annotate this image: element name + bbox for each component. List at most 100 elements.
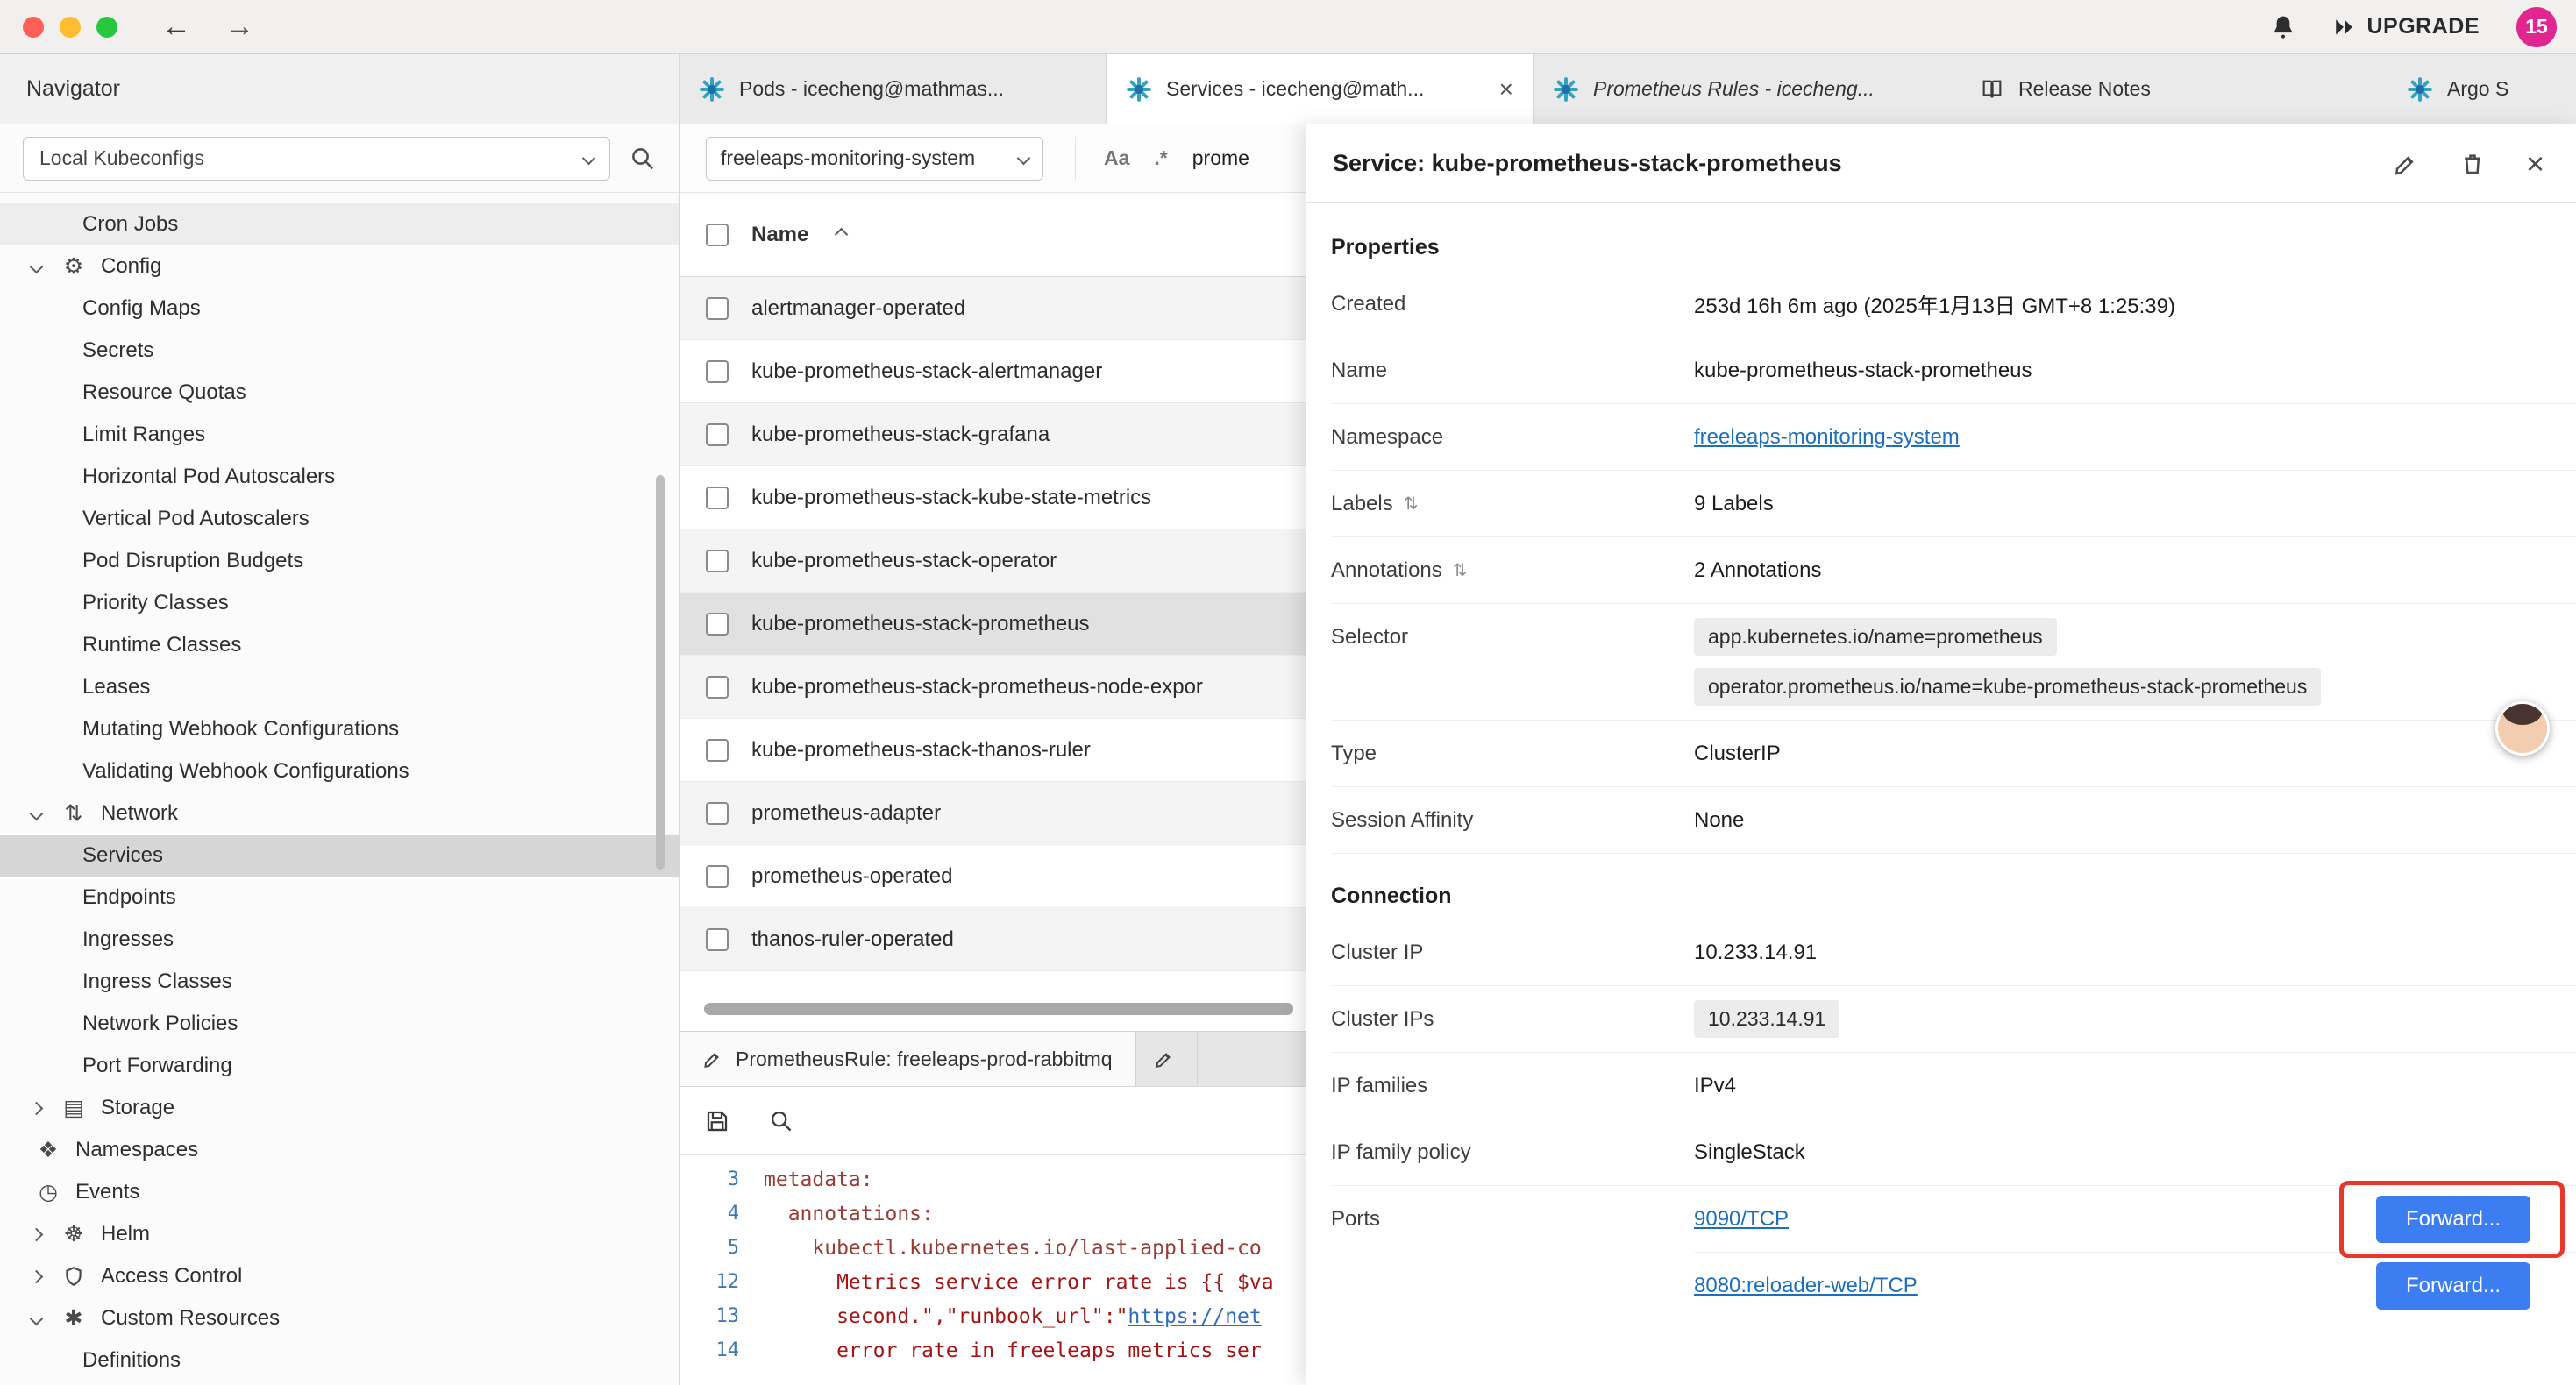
sidebar-item-storage[interactable]: ▤Storage — [0, 1087, 679, 1129]
sidebar-item-helm[interactable]: ☸Helm — [0, 1213, 679, 1255]
tab-argo[interactable]: Argo S — [2387, 54, 2576, 124]
sidebar-item-horizontal-pod-autoscalers[interactable]: Horizontal Pod Autoscalers — [0, 456, 679, 498]
trash-icon[interactable] — [2459, 151, 2486, 177]
row-checkbox[interactable] — [706, 802, 729, 825]
code-text: second.","runbook_url":" — [764, 1305, 1128, 1328]
sidebar-item-endpoints[interactable]: Endpoints — [0, 877, 679, 919]
chevron-right-icon — [30, 1269, 44, 1283]
row-checkbox[interactable] — [706, 928, 729, 951]
notification-badge[interactable]: 15 — [2516, 7, 2557, 47]
sidebar-item-secrets[interactable]: Secrets — [0, 330, 679, 372]
sidebar-item-network[interactable]: ⇅Network — [0, 792, 679, 835]
sidebar-item-limit-ranges[interactable]: Limit Ranges — [0, 414, 679, 456]
line-number: 13 — [680, 1305, 739, 1327]
namespace-filter-select[interactable]: freeleaps-monitoring-system — [706, 137, 1043, 181]
tab-release-notes[interactable]: Release Notes — [1960, 54, 2387, 124]
close-window-button[interactable] — [23, 17, 44, 38]
horizontal-scrollbar[interactable] — [704, 1003, 1293, 1015]
row-checkbox[interactable] — [706, 865, 729, 888]
tab-pods[interactable]: Pods - icecheng@mathmas... — [680, 54, 1107, 124]
line-number: 14 — [680, 1339, 739, 1361]
regex-icon[interactable]: .* — [1154, 146, 1167, 170]
code-text: kubectl.kubernetes.io/last-applied-co — [764, 1237, 1262, 1260]
sidebar-item-services[interactable]: Services — [0, 835, 679, 877]
port-link[interactable]: 9090/TCP — [1694, 1207, 1789, 1232]
detail-title: Service: kube-prometheus-stack-prometheu… — [1333, 150, 1842, 177]
sidebar-item-port-forwarding[interactable]: Port Forwarding — [0, 1045, 679, 1087]
sidebar-item-label: Services — [82, 843, 163, 868]
navigator-sidebar: Local Kubeconfigs Cron Jobs ⚙Config Conf… — [0, 124, 680, 1385]
sidebar-item-access-control[interactable]: Access Control — [0, 1255, 679, 1297]
sidebar-item-runtime-classes[interactable]: Runtime Classes — [0, 624, 679, 666]
forward-icon[interactable]: → — [224, 10, 254, 44]
expander-icon[interactable]: ⇅ — [1453, 559, 1468, 581]
forward-button[interactable]: Forward... — [2376, 1196, 2530, 1243]
sidebar-item-definitions[interactable]: Definitions — [0, 1339, 679, 1381]
sidebar-item-resource-quotas[interactable]: Resource Quotas — [0, 372, 679, 414]
sidebar-item-leases[interactable]: Leases — [0, 666, 679, 708]
sidebar-item-priority-classes[interactable]: Priority Classes — [0, 582, 679, 624]
close-icon[interactable]: × — [1499, 75, 1513, 103]
property-value[interactable]: 9 Labels — [1694, 492, 1774, 516]
sidebar-item-network-policies[interactable]: Network Policies — [0, 1003, 679, 1045]
sidebar-item-events[interactable]: ◷Events — [0, 1171, 679, 1213]
namespace-link[interactable]: freeleaps-monitoring-system — [1694, 425, 1960, 450]
namespace-filter-value: freeleaps-monitoring-system — [721, 146, 975, 170]
sidebar-item-ingress-classes[interactable]: Ingress Classes — [0, 961, 679, 1003]
code-link: https://net — [1128, 1305, 1261, 1328]
match-case-icon[interactable]: Aa — [1104, 146, 1129, 170]
search-icon[interactable] — [769, 1109, 793, 1133]
row-checkbox[interactable] — [706, 487, 729, 509]
row-checkbox[interactable] — [706, 423, 729, 446]
tab-services[interactable]: Services - icecheng@math... × — [1107, 54, 1534, 124]
close-icon[interactable]: × — [2526, 148, 2544, 180]
sidebar-item-config-maps[interactable]: Config Maps — [0, 288, 679, 330]
edit-icon[interactable] — [2393, 151, 2419, 177]
row-checkbox[interactable] — [706, 613, 729, 636]
dock-tab-partial[interactable] — [1136, 1032, 1198, 1086]
sidebar-item-cron-jobs[interactable]: Cron Jobs — [0, 203, 679, 245]
row-checkbox[interactable] — [706, 297, 729, 320]
expander-icon[interactable]: ⇅ — [1404, 493, 1419, 515]
sidebar-item-validating-webhook-configurations[interactable]: Validating Webhook Configurations — [0, 750, 679, 792]
sort-ascending-icon[interactable] — [835, 228, 849, 242]
kubeconfig-select[interactable]: Local Kubeconfigs — [23, 137, 610, 181]
save-icon[interactable] — [704, 1108, 730, 1134]
row-checkbox[interactable] — [706, 550, 729, 572]
property-value[interactable]: 2 Annotations — [1694, 558, 1821, 583]
sidebar-item-label: Access Control — [101, 1264, 242, 1289]
back-icon[interactable]: ← — [161, 10, 191, 44]
select-all-checkbox[interactable] — [706, 224, 729, 246]
cluster-icon — [1553, 76, 1579, 103]
tab-prometheus-rules[interactable]: Prometheus Rules - icecheng... — [1534, 54, 1960, 124]
kubeconfig-bar: Local Kubeconfigs — [0, 124, 679, 193]
sidebar-item-pod-disruption-budgets[interactable]: Pod Disruption Budgets — [0, 540, 679, 582]
row-checkbox[interactable] — [706, 739, 729, 762]
search-query[interactable]: prome — [1192, 146, 1249, 170]
upgrade-button[interactable]: UPGRADE — [2333, 14, 2480, 39]
sidebar-item-config[interactable]: ⚙Config — [0, 245, 679, 288]
minimize-window-button[interactable] — [60, 17, 81, 38]
search-icon[interactable] — [630, 146, 656, 172]
sidebar-item-label: Network Policies — [82, 1012, 238, 1036]
sidebar-item-ingresses[interactable]: Ingresses — [0, 919, 679, 961]
port-link[interactable]: 8080:reloader-web/TCP — [1694, 1274, 1918, 1298]
sidebar-scrollbar[interactable] — [656, 475, 665, 870]
sidebar-item-mutating-webhook-configurations[interactable]: Mutating Webhook Configurations — [0, 708, 679, 750]
forward-button[interactable]: Forward... — [2376, 1262, 2530, 1310]
property-label: Cluster IPs — [1331, 1007, 1694, 1032]
property-row-name: Name kube-prometheus-stack-prometheus — [1331, 337, 2576, 404]
sidebar-item-custom-resources[interactable]: ✱Custom Resources — [0, 1297, 679, 1339]
name-column-header[interactable]: Name — [751, 223, 808, 247]
sidebar-item-namespaces[interactable]: ❖Namespaces — [0, 1129, 679, 1171]
sidebar-item-vertical-pod-autoscalers[interactable]: Vertical Pod Autoscalers — [0, 498, 679, 540]
maximize-window-button[interactable] — [96, 17, 117, 38]
row-checkbox[interactable] — [706, 676, 729, 699]
property-label: Annotations — [1331, 558, 1442, 583]
dock-tab-prometheusrule[interactable]: PrometheusRule: freeleaps-prod-rabbitmq — [680, 1032, 1136, 1086]
app-window: ← → UPGRADE 15 Navigator Pods - icecheng… — [0, 0, 2576, 1385]
row-checkbox[interactable] — [706, 360, 729, 383]
bell-icon[interactable] — [2270, 14, 2296, 40]
search-field[interactable]: Aa .* prome — [1075, 137, 1249, 181]
avatar[interactable] — [2495, 701, 2550, 756]
